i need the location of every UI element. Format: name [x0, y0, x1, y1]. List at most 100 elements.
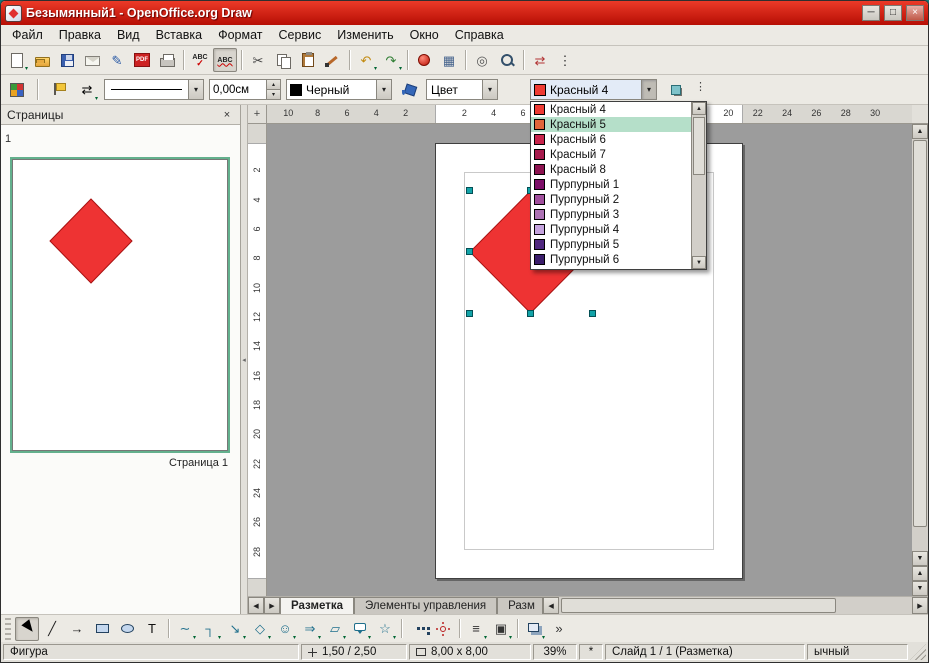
- horizontal-scrollbar[interactable]: ◀ ▶: [543, 597, 928, 614]
- chevron-down-icon[interactable]: ▾: [376, 80, 391, 99]
- undo-button[interactable]: ↶▾: [354, 48, 378, 72]
- selection-handle[interactable]: [466, 310, 473, 317]
- scroll-thumb[interactable]: [693, 117, 705, 175]
- panel-splitter[interactable]: ◂: [241, 105, 248, 614]
- vertical-scroll-track[interactable]: [912, 139, 928, 551]
- menu-item[interactable]: Вставка: [148, 25, 210, 45]
- auto-spellcheck-button[interactable]: ABC: [213, 48, 237, 72]
- arrow-button[interactable]: →: [65, 617, 89, 641]
- zoom-button[interactable]: [495, 48, 519, 72]
- menu-item[interactable]: Формат: [210, 25, 270, 45]
- close-icon[interactable]: ×: [220, 108, 234, 122]
- scroll-left-icon[interactable]: ◀: [543, 597, 559, 614]
- color-option[interactable]: Красный 5: [531, 117, 691, 132]
- color-option[interactable]: Красный 8: [531, 162, 691, 177]
- titlebar[interactable]: Безымянный1 - OpenOffice.org Draw ─ □ ×: [1, 1, 928, 25]
- navigator-button[interactable]: ◎: [470, 48, 494, 72]
- gallery-button[interactable]: ▦: [437, 48, 461, 72]
- scroll-thumb[interactable]: [913, 140, 927, 527]
- text-button[interactable]: T: [140, 617, 164, 641]
- connector-button[interactable]: ┐▾: [198, 617, 222, 641]
- minimize-button[interactable]: ─: [862, 5, 880, 21]
- curve-button[interactable]: ∼▾: [173, 617, 197, 641]
- arrow-style-button[interactable]: ⇄▾: [75, 78, 99, 102]
- color-option[interactable]: Пурпурный 2: [531, 192, 691, 207]
- layer-tab[interactable]: Разм: [497, 597, 543, 614]
- color-option[interactable]: Пурпурный 3: [531, 207, 691, 222]
- fill-color-select[interactable]: Красный 4 ▾: [530, 79, 657, 100]
- layer-tab[interactable]: Элементы управления: [354, 597, 497, 614]
- flowchart-button[interactable]: ▱▾: [323, 617, 347, 641]
- color-option[interactable]: Красный 4: [531, 102, 691, 117]
- close-button[interactable]: ×: [906, 5, 924, 21]
- chevron-down-icon[interactable]: ▾: [188, 80, 203, 99]
- format-paintbrush-button[interactable]: [321, 48, 345, 72]
- toolbar-options-button[interactable]: ⋮: [553, 48, 577, 72]
- horizontal-scroll-track[interactable]: [559, 597, 912, 614]
- selection-handle[interactable]: [466, 248, 473, 255]
- new-document-button[interactable]: ▾: [5, 48, 29, 72]
- tab-scroll-left-icon[interactable]: ◀: [248, 597, 264, 614]
- selection-handle[interactable]: [589, 310, 596, 317]
- fill-type-select[interactable]: Цвет ▾: [426, 79, 498, 100]
- lines-arrows-button[interactable]: ↘▾: [223, 617, 247, 641]
- color-option[interactable]: Пурпурный 6: [531, 252, 691, 267]
- document-as-email-button[interactable]: [80, 48, 104, 72]
- edit-points-button[interactable]: [406, 617, 430, 641]
- glue-points-button[interactable]: [431, 617, 455, 641]
- basic-shapes-button[interactable]: ◇▾: [248, 617, 272, 641]
- tab-scroll-right-icon[interactable]: ▶: [264, 597, 280, 614]
- toolbar-grip[interactable]: [5, 615, 11, 642]
- toolbar-overflow-icon[interactable]: ⋮: [695, 80, 706, 93]
- color-option[interactable]: Пурпурный 4: [531, 222, 691, 237]
- menu-item[interactable]: Изменить: [329, 25, 401, 45]
- dropdown-scroll-track[interactable]: [692, 115, 706, 256]
- copy-button[interactable]: [271, 48, 295, 72]
- color-option[interactable]: Красный 7: [531, 147, 691, 162]
- print-button[interactable]: [155, 48, 179, 72]
- scroll-up-icon[interactable]: ▲: [692, 102, 706, 115]
- color-option[interactable]: Пурпурный 1: [531, 177, 691, 192]
- ellipse-button[interactable]: [115, 617, 139, 641]
- scroll-down-icon[interactable]: ▼: [912, 551, 928, 566]
- menu-item[interactable]: Справка: [447, 25, 512, 45]
- insert-button[interactable]: ▾: [522, 617, 546, 641]
- paste-button[interactable]: [296, 48, 320, 72]
- spin-up-icon[interactable]: ▴: [267, 80, 280, 90]
- scroll-up-icon[interactable]: ▲: [912, 124, 928, 139]
- cut-button[interactable]: ✂: [246, 48, 270, 72]
- arrange-button[interactable]: ▣▾: [489, 617, 513, 641]
- rectangle-button[interactable]: [90, 617, 114, 641]
- vertical-scrollbar[interactable]: ▲ ▼ ▲ ▼: [912, 124, 928, 596]
- edit-points-mode-button[interactable]: [46, 78, 70, 102]
- symbol-shapes-button[interactable]: ☺▾: [273, 617, 297, 641]
- line-color-select[interactable]: Черный ▾: [286, 79, 392, 100]
- shadow-button[interactable]: [664, 78, 688, 102]
- status-zoom[interactable]: 39%: [533, 644, 577, 660]
- ruler-origin-button[interactable]: +: [248, 105, 267, 124]
- reload-button[interactable]: ⇄: [528, 48, 552, 72]
- fill-style-button[interactable]: [397, 78, 421, 102]
- next-page-icon[interactable]: ▼: [912, 581, 928, 596]
- line-width-input[interactable]: [210, 80, 266, 99]
- menu-item[interactable]: Файл: [4, 25, 51, 45]
- save-button[interactable]: [55, 48, 79, 72]
- layer-tab[interactable]: Разметка: [280, 597, 354, 614]
- line-button[interactable]: ╱: [40, 617, 64, 641]
- redo-button[interactable]: ↷▾: [379, 48, 403, 72]
- vertical-ruler[interactable]: 246810121416182022242628: [248, 124, 267, 596]
- stars-button[interactable]: ☆▾: [373, 617, 397, 641]
- color-bar-button[interactable]: [5, 78, 29, 102]
- line-style-select[interactable]: ▾: [104, 79, 204, 100]
- resize-grip[interactable]: [910, 644, 926, 660]
- select-button[interactable]: [15, 617, 39, 641]
- dropdown-scrollbar[interactable]: ▲ ▼: [691, 102, 706, 269]
- block-arrows-button[interactable]: ⇒▾: [298, 617, 322, 641]
- scroll-thumb[interactable]: [561, 598, 836, 613]
- chevron-down-icon[interactable]: ▾: [641, 80, 656, 99]
- menu-item[interactable]: Вид: [109, 25, 148, 45]
- callouts-button[interactable]: ▾: [348, 617, 372, 641]
- chevron-down-icon[interactable]: ▾: [482, 80, 497, 99]
- menu-item[interactable]: Сервис: [270, 25, 329, 45]
- menu-item[interactable]: Правка: [51, 25, 109, 45]
